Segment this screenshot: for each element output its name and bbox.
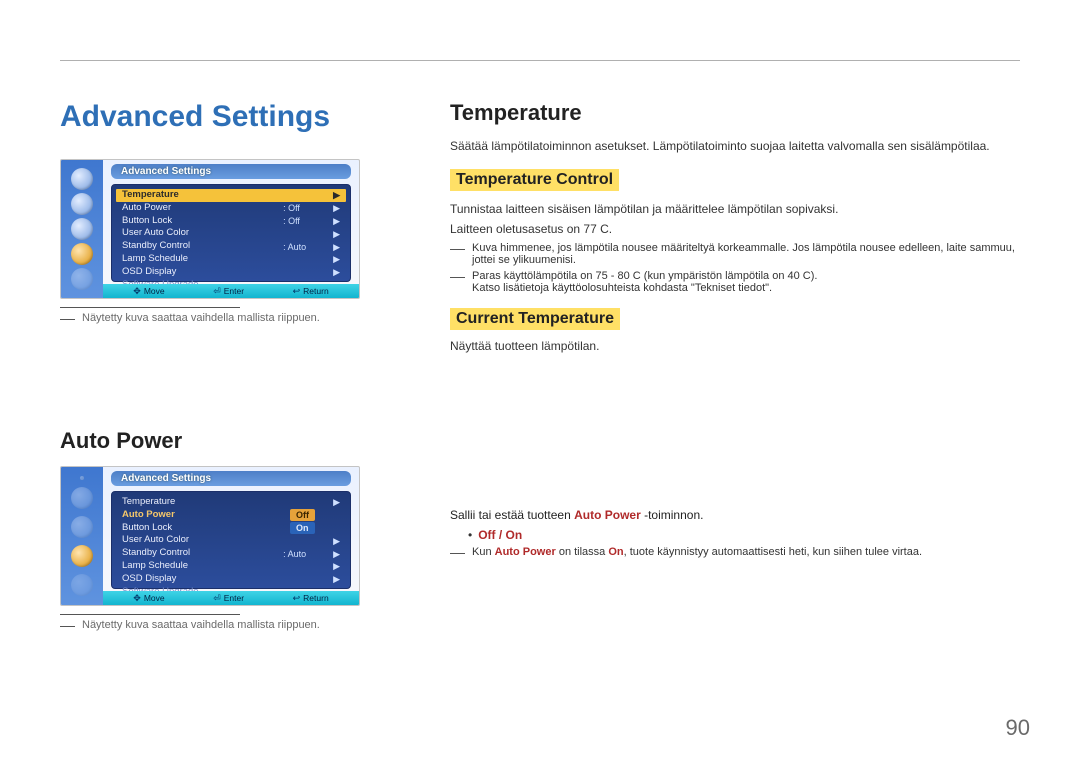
osd-side-icons — [61, 467, 103, 605]
autopower-option: •Off / On — [468, 528, 1020, 542]
return-icon: ↩ — [293, 593, 301, 604]
temperature-intro: Säätää lämpötilatoiminnon asetukset. Läm… — [450, 138, 1020, 155]
header-rule — [60, 60, 1020, 61]
osd-item-temperature: Temperature▶ — [116, 189, 346, 202]
osd-icon — [71, 268, 93, 290]
page-title: Advanced Settings — [60, 100, 420, 134]
osd-item: OSD Display▶ — [122, 573, 340, 586]
return-icon: ↩ — [293, 286, 301, 297]
subheading-temperature-control: Temperature Control — [450, 169, 619, 191]
osd-item: Standby Control: Auto▶ — [122, 240, 340, 253]
osd-title: Advanced Settings — [111, 471, 351, 486]
subheading-current-temperature: Current Temperature — [450, 308, 620, 330]
osd-item: Button LockOn — [122, 522, 340, 535]
figure-rule — [60, 614, 240, 615]
section-heading-temperature: Temperature — [450, 100, 1020, 126]
osd-icon — [71, 193, 93, 215]
osd-icon — [71, 168, 93, 190]
osd-menu-list: Temperature▶ Auto Power: Off▶ Button Loc… — [111, 184, 351, 282]
osd-item: User Auto Color▶ — [122, 227, 340, 240]
osd-icon — [71, 218, 93, 240]
osd-icon — [71, 487, 93, 509]
section-heading-autopower: Auto Power — [60, 428, 420, 454]
osd-item: Standby Control: Auto▶ — [122, 547, 340, 560]
osd-item: Button Lock: Off▶ — [122, 215, 340, 228]
osd-item-autopower: Auto PowerOff — [122, 509, 340, 522]
temperature-control-body: Tunnistaa laitteen sisäisen lämpötilan j… — [450, 201, 1020, 238]
figure-caption: Näytetty kuva saattaa vaihdella mallista… — [60, 619, 420, 631]
osd-icon — [71, 574, 93, 596]
autopower-note: Kun Auto Power on tilassa On, tuote käyn… — [450, 546, 1020, 558]
temperature-note-2: Paras käyttölämpötila on 75 - 80 C (kun … — [450, 270, 1020, 294]
osd-nav-bar: ✥Move ⏎Enter ↩Return — [103, 284, 359, 298]
osd-side-icons — [61, 160, 103, 298]
osd-title: Advanced Settings — [111, 164, 351, 179]
gear-icon — [71, 545, 93, 567]
osd-item: Lamp Schedule▶ — [122, 253, 340, 266]
figure-osd-1: Advanced Settings Temperature▶ Auto Powe… — [60, 159, 420, 324]
enter-icon: ⏎ — [213, 286, 221, 297]
figure-rule — [60, 307, 240, 308]
osd-screenshot-2: Advanced Settings Temperature▶ Auto Powe… — [60, 466, 360, 606]
gear-icon — [71, 243, 93, 265]
page-number: 90 — [1006, 715, 1030, 741]
autopower-intro: Sallii tai estää tuotteen Auto Power -to… — [450, 508, 1020, 522]
figure-caption: Näytetty kuva saattaa vaihdella mallista… — [60, 312, 420, 324]
temperature-note-1: Kuva himmenee, jos lämpötila nousee määr… — [450, 242, 1020, 266]
osd-icon — [80, 476, 84, 480]
move-icon: ✥ — [133, 593, 141, 604]
autopower-body: Sallii tai estää tuotteen Auto Power -to… — [450, 508, 1020, 558]
osd-item: Auto Power: Off▶ — [122, 202, 340, 215]
osd-item: Temperature▶ — [122, 496, 340, 509]
figure-osd-2: Advanced Settings Temperature▶ Auto Powe… — [60, 466, 420, 631]
osd-item: Lamp Schedule▶ — [122, 560, 340, 573]
osd-menu-list: Temperature▶ Auto PowerOff Button LockOn… — [111, 491, 351, 589]
osd-item: OSD Display▶ — [122, 266, 340, 279]
move-icon: ✥ — [133, 286, 141, 297]
osd-item: User Auto Color▶ — [122, 534, 340, 547]
enter-icon: ⏎ — [213, 593, 221, 604]
osd-nav-bar: ✥Move ⏎Enter ↩Return — [103, 591, 359, 605]
current-temperature-body: Näyttää tuotteen lämpötilan. — [450, 338, 1020, 355]
osd-icon — [71, 516, 93, 538]
osd-screenshot-1: Advanced Settings Temperature▶ Auto Powe… — [60, 159, 360, 299]
